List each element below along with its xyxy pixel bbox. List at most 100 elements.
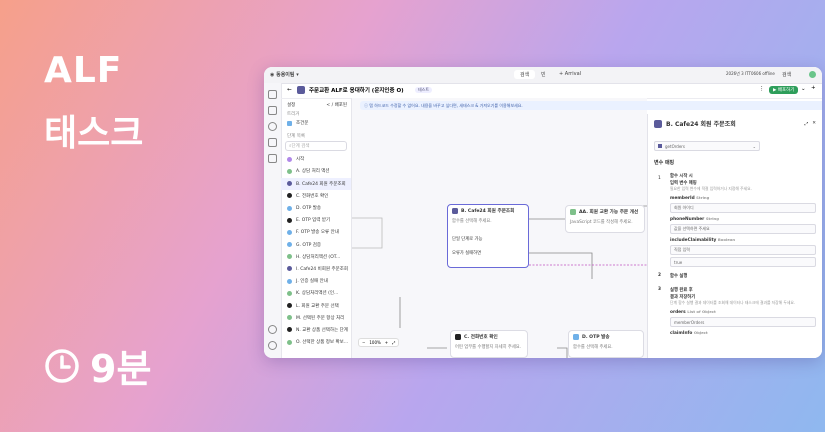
more-icon[interactable]: ⋮ [759,86,765,92]
node-d-desc: 함수를 선택해 주세요. [573,345,613,350]
zoom-out-button[interactable]: − [362,340,365,345]
zoom-in-button[interactable]: + [385,340,388,345]
avatar[interactable] [809,71,816,78]
step-list-item[interactable]: C. 전화번호 확인 [281,190,351,202]
settings-icon[interactable] [268,341,277,350]
step-type-icon [287,303,292,309]
top-bar: ◉ 동용이팀 ▾ 검색 빈 + Arrival 2026년 3 ITT0606 … [264,67,822,84]
step-list-item[interactable]: F. OTP 발송 오류 안내 [281,226,351,238]
back-icon[interactable]: ← [287,87,292,93]
f5-type: Object [693,330,708,335]
function-value: getOrders [665,143,686,149]
step-type-icon [287,278,292,284]
chevron-down-icon[interactable]: ⌄ [801,86,806,92]
add-icon[interactable]: + [811,85,816,91]
f2-field[interactable]: 값을 선택하면 주세요 [670,224,816,234]
step-list-item[interactable]: D. OTP 발송 [281,202,351,214]
task-header: ← 주문교환 ALF로 응대하기 (운지인증 O) 테스트 ⋮ ▶ 배포하기 ⌄… [281,83,822,99]
step3-desc: 단계 함수 실행 결과 데이터를 조회해 데이터나 태스크에 결과를 저장해 두… [670,300,796,305]
step-list-item-label: J. 인증 실패 안내 [296,279,328,285]
node-b[interactable]: B. Cafe24 회원 주문조회 함수를 선택해 주세요. 단일 단계로 가능… [447,204,529,268]
node-b-title: B. Cafe24 회원 주문조회 [461,209,515,214]
f3-input[interactable]: true [670,257,816,267]
step-list-item[interactable]: A. 상담 처리 액션 [281,165,351,177]
step-list-item-label: E. OTP 입력 받기 [296,218,331,224]
step-list-item[interactable]: G. OTP 검증 [281,239,351,251]
f4-field[interactable]: memberOrders [670,317,816,327]
chat-icon[interactable] [268,90,277,99]
step-list-item[interactable]: L. 회원 교환 주문 선택 [281,299,351,311]
f1-type: String [696,195,710,200]
f4-value: memberOrders [674,319,705,325]
f4-type: List of Object [687,309,716,314]
fit-icon[interactable]: ⤢ [392,340,395,345]
step-list-item-label: N. 교환 상품 선택하는 단계 [296,327,348,333]
help-icon[interactable] [268,325,277,334]
step-list-item[interactable]: 시작 [281,153,351,165]
book-icon[interactable] [268,106,277,115]
f5-name: claimInfo [670,331,693,336]
node-d-title: D. OTP 발송 [582,335,610,340]
zoom-level: 100% [369,340,381,345]
f4-name: orders [670,310,686,315]
f3-value2: true [674,259,683,265]
phone-icon[interactable] [268,154,277,163]
topbar-search[interactable]: 검색 [782,71,791,78]
gear-icon[interactable] [268,122,277,131]
step-list-item[interactable]: K. 상담처리액션 (인... [281,287,351,299]
step-type-icon [287,193,292,199]
trigger-label: 트리거 [287,112,300,117]
branch-icon [455,334,461,340]
status-badge: 테스트 [415,87,433,93]
arrival-link[interactable]: + Arrival [559,71,581,77]
sidebar: 설정 < / 배포된 트리거 조건문 단계 목록 ⌕ 단계 검색 시작 A. 상담… [281,98,352,358]
tab-other[interactable]: 빈 [541,71,546,78]
deploy-button[interactable]: ▶ 배포하기 [769,86,799,94]
tab-search[interactable]: 검색 [514,70,536,79]
step-list-item-label: F. OTP 발송 오류 안내 [296,230,339,236]
expand-icon[interactable]: ⤢ [805,121,809,127]
workspace-label: 2026년 3 ITT0606 offline [726,71,775,76]
close-icon[interactable]: ✕ [812,121,816,126]
step-search-input[interactable]: ⌕ 단계 검색 [285,141,347,152]
detail-panel: B. Cafe24 회원 주문조회 ⤢ ✕ getOrders ⌄ 변수 매핑 … [647,114,822,358]
step-type-icon [287,315,292,321]
node-d[interactable]: D. OTP 발송 함수를 선택해 주세요. [568,330,644,358]
step-type-icon [287,242,292,248]
f3-field[interactable]: 직접 입력 [670,245,816,255]
step-list-item[interactable]: N. 교환 상품 선택하는 단계 [281,324,351,336]
step-list-item-label: K. 상담처리액션 (인... [296,291,339,297]
duration-label: 9분 [90,347,152,391]
step-search-placeholder: 단계 검색 [291,144,310,150]
step-type-icon [287,181,292,187]
play-icon[interactable] [268,138,277,147]
section-vars: 변수 매핑 [654,160,675,166]
step-list-item-label: O. 선택한 상품 정보 확보... [296,340,349,346]
step-list-item[interactable]: E. OTP 입력 받기 [281,214,351,226]
step-type-icon [287,339,292,345]
step1-title: 함수 시작 시 [670,174,693,179]
f1-name: memberId [670,196,695,201]
node-c[interactable]: C. 전화번호 확인 어떤 업무를 수행할지 자세히 주세요. [450,330,528,358]
step-list-item[interactable]: J. 인증 실패 안내 [281,275,351,287]
node-aa-desc: JavaScript 코드를 작성해 주세요. [570,220,633,225]
step-list-item[interactable]: M. 선택된 주문 항상 처리 [281,312,351,324]
function-select[interactable]: getOrders ⌄ [654,141,760,151]
step-list-item[interactable]: I. Cafe24 비회원 주문조회 [281,263,351,275]
step-type-icon [287,156,292,162]
flow-canvas[interactable]: ⓘ 탭 하드코드 수정할 수 없어요. 내용을 바꾸고 싶다면, 새태스크 & … [352,98,822,358]
settings-label: 설정 [287,103,296,108]
step-list-item[interactable]: B. Cafe24 회원 주문조회 [281,177,351,190]
node-b-desc: 함수를 선택해 주세요. [452,219,492,224]
f1-field[interactable]: 회원 아이디 [670,203,816,213]
node-aa[interactable]: AA. 회원 교환 가능 주문 개선 JavaScript 코드를 작성해 주세… [565,205,645,233]
node-aa-title: AA. 회원 교환 가능 주문 개선 [579,210,639,215]
cafe24-icon [452,208,458,214]
step-list-item[interactable]: H. 상담처리액션 (OT... [281,251,351,263]
trigger-item-label: 조건문 [296,121,309,127]
step-list-item[interactable]: O. 선택한 상품 정보 확보... [281,336,351,348]
steps-label: 단계 목록 [287,134,305,140]
back-to-deployed[interactable]: < / 배포된 [326,102,347,108]
trigger-item[interactable]: 조건문 [281,117,351,129]
task-icon [297,86,305,94]
